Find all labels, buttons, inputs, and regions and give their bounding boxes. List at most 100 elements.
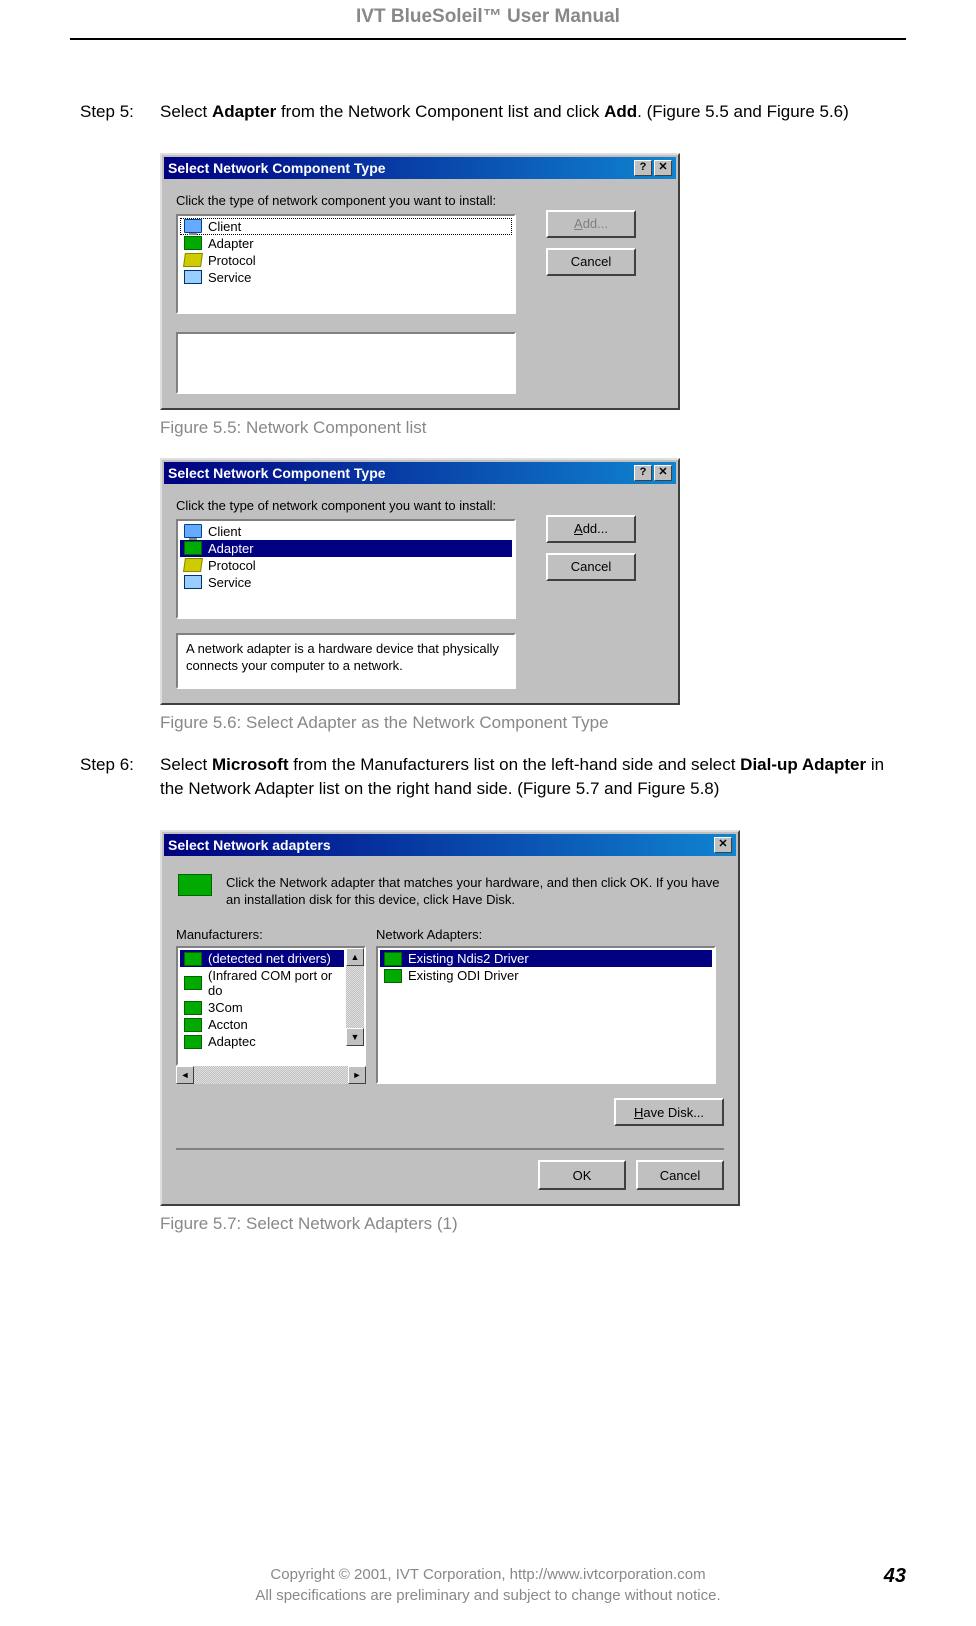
list-item-adapter[interactable]: Adapter [180, 235, 512, 252]
adapter-icon [184, 976, 202, 990]
close-icon[interactable]: ✕ [654, 465, 672, 481]
scroll-up-icon[interactable]: ▲ [346, 948, 364, 966]
dialog-55-titlebar: Select Network Component Type ? ✕ [164, 157, 676, 179]
dialog-56-desc: A network adapter is a hardware device t… [176, 633, 516, 689]
step6-pre: Select [160, 755, 212, 774]
step6-b2: Dial-up Adapter [740, 755, 866, 774]
item-service-label: Service [208, 270, 251, 285]
dialog-55-list[interactable]: Client Adapter Protocol Service [176, 214, 516, 314]
item56-service: Service [208, 575, 251, 590]
mfr3: Accton [208, 1017, 248, 1032]
page-content: Step 5: Select Adapter from the Network … [0, 40, 976, 1234]
mfr0: (detected net drivers) [208, 951, 331, 966]
dialog-55-instruction: Click the type of network component you … [176, 193, 664, 208]
adapter-icon [184, 236, 202, 250]
dialog-57-title: Select Network adapters [168, 837, 331, 853]
monitor-icon [184, 524, 202, 538]
step5-mid: from the Network Component list and clic… [276, 102, 604, 121]
dialog-57-titlebar: Select Network adapters ✕ [164, 834, 736, 856]
mfr-item-accton[interactable]: Accton [180, 1016, 344, 1033]
step5-b2: Add [604, 102, 637, 121]
close-icon[interactable]: ✕ [654, 160, 672, 176]
adapter-icon [384, 952, 402, 966]
footer-line2: All specifications are preliminary and s… [70, 1585, 906, 1606]
page-header-title: IVT BlueSoleil™ User Manual [0, 0, 976, 28]
item56-protocol: Protocol [208, 558, 256, 573]
item-client-label: Client [208, 219, 241, 234]
step6-mid: from the Manufacturers list on the left-… [288, 755, 740, 774]
service-icon [184, 270, 202, 284]
dialog-55: Select Network Component Type ? ✕ Click … [160, 153, 680, 410]
item56-adapter: Adapter [208, 541, 254, 556]
dialog-56-list[interactable]: Client Adapter Protocol Service [176, 519, 516, 619]
manufacturers-label: Manufacturers: [176, 927, 366, 942]
adp0: Existing Ndis2 Driver [408, 951, 529, 966]
adapter-icon [184, 1001, 202, 1015]
adp-item-odi[interactable]: Existing ODI Driver [380, 967, 712, 984]
dialog-56-cancel-button[interactable]: Cancel [546, 553, 636, 581]
dialog-55-add-button[interactable]: Add... [546, 210, 636, 238]
step5-pre: Select [160, 102, 212, 121]
mfr1: (Infrared COM port or do [208, 968, 340, 998]
footer-line1: Copyright © 2001, IVT Corporation, http:… [70, 1564, 906, 1585]
adp1: Existing ODI Driver [408, 968, 519, 983]
mfr4: Adaptec [208, 1034, 256, 1049]
scroll-track-h[interactable] [194, 1066, 348, 1084]
help-icon[interactable]: ? [634, 465, 652, 481]
scroll-left-icon[interactable]: ◄ [176, 1066, 194, 1084]
protocol-icon [183, 253, 203, 267]
mfr-item-infrared[interactable]: (Infrared COM port or do [180, 967, 344, 999]
item-protocol-label: Protocol [208, 253, 256, 268]
figure-56-caption: Figure 5.6: Select Adapter as the Networ… [160, 713, 896, 733]
have-disk-button[interactable]: Have Disk... [614, 1098, 724, 1126]
dialog-57: Select Network adapters ✕ Click the Netw… [160, 830, 740, 1206]
list-item-service[interactable]: Service [180, 269, 512, 286]
list-item-client[interactable]: Client [180, 218, 512, 235]
adapter-icon [184, 541, 202, 555]
ok-button[interactable]: OK [538, 1160, 626, 1190]
list-item-adapter[interactable]: Adapter [180, 540, 512, 557]
dialog-55-desc-empty [176, 332, 516, 394]
list-item-client[interactable]: Client [180, 523, 512, 540]
cancel-button[interactable]: Cancel [636, 1160, 724, 1190]
list-item-protocol[interactable]: Protocol [180, 252, 512, 269]
protocol-icon [183, 558, 203, 572]
help-icon[interactable]: ? [634, 160, 652, 176]
list-item-service[interactable]: Service [180, 574, 512, 591]
dialog-55-cancel-button[interactable]: Cancel [546, 248, 636, 276]
scroll-track[interactable] [346, 966, 364, 1028]
dialog-56: Select Network Component Type ? ✕ Click … [160, 458, 680, 705]
dialog-56-add-button[interactable]: Add... [546, 515, 636, 543]
adp-item-ndis2[interactable]: Existing Ndis2 Driver [380, 950, 712, 967]
adapter-icon [184, 952, 202, 966]
step6-b1: Microsoft [212, 755, 289, 774]
mfr-item-adaptec[interactable]: Adaptec [180, 1033, 344, 1050]
scroll-right-icon[interactable]: ► [348, 1066, 366, 1084]
item-adapter-label: Adapter [208, 236, 254, 251]
dialog-55-title: Select Network Component Type [168, 160, 386, 176]
step-6-label: Step 6: [80, 753, 160, 802]
monitor-icon [184, 219, 202, 233]
scroll-down-icon[interactable]: ▼ [346, 1028, 364, 1046]
step-5: Step 5: Select Adapter from the Network … [80, 100, 896, 125]
step-5-label: Step 5: [80, 100, 160, 125]
dialog-56-instruction: Click the type of network component you … [176, 498, 664, 513]
adapter-icon [184, 1018, 202, 1032]
adapters-label: Network Adapters: [376, 927, 716, 942]
dialog-56-title: Select Network Component Type [168, 465, 386, 481]
step-6: Step 6: Select Microsoft from the Manufa… [80, 753, 896, 802]
step-6-text: Select Microsoft from the Manufacturers … [160, 753, 896, 802]
adapters-list[interactable]: Existing Ndis2 Driver Existing ODI Drive… [376, 946, 716, 1084]
item56-client: Client [208, 524, 241, 539]
mfr-item-3com[interactable]: 3Com [180, 999, 344, 1016]
list-item-protocol[interactable]: Protocol [180, 557, 512, 574]
close-icon[interactable]: ✕ [714, 837, 732, 853]
dialog-56-titlebar: Select Network Component Type ? ✕ [164, 462, 676, 484]
step5-after: . (Figure 5.5 and Figure 5.6) [637, 102, 849, 121]
mfr-item-detected[interactable]: (detected net drivers) [180, 950, 344, 967]
manufacturers-list[interactable]: (detected net drivers) (Infrared COM por… [176, 946, 366, 1066]
page-number: 43 [884, 1565, 906, 1588]
figure-55-caption: Figure 5.5: Network Component list [160, 418, 896, 438]
adapter-icon [384, 969, 402, 983]
dialog-57-intro: Click the Network adapter that matches y… [226, 874, 722, 909]
